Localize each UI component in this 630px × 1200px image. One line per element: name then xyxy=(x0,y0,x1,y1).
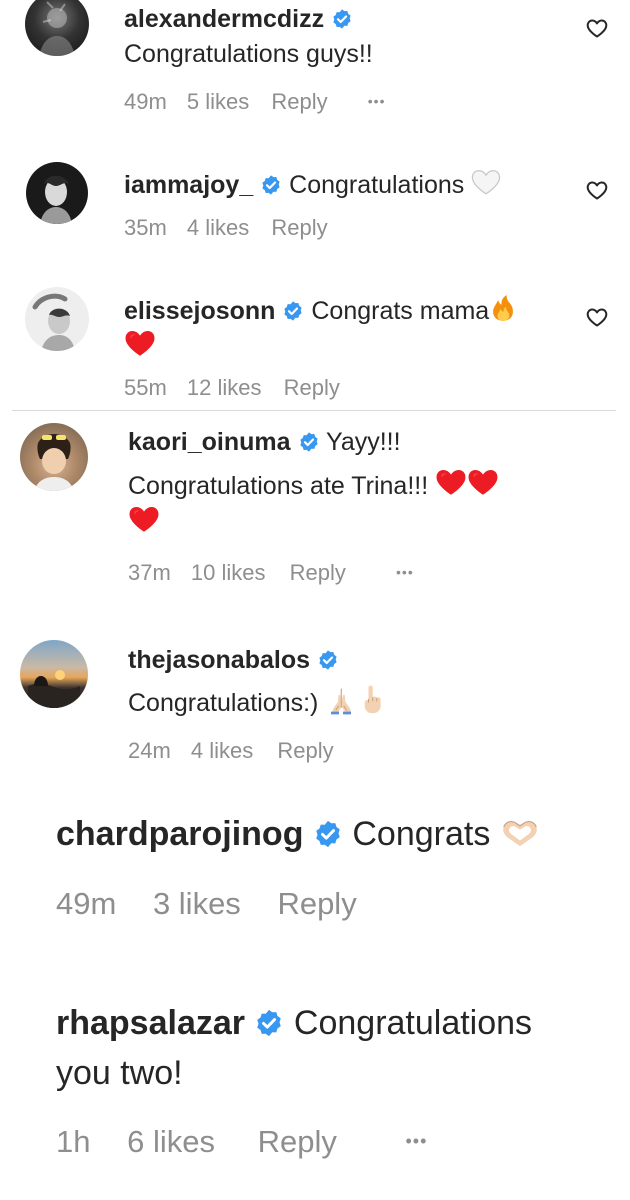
fire-emoji xyxy=(489,293,517,323)
like-heart-icon[interactable] xyxy=(585,178,609,202)
more-options-icon[interactable]: ••• xyxy=(396,560,414,584)
red-heart-emoji xyxy=(467,466,499,498)
comment-username[interactable]: alexandermcdizz xyxy=(124,5,324,33)
pointing-up-emoji xyxy=(357,683,387,715)
verified-badge-icon xyxy=(298,431,320,453)
verified-badge-icon xyxy=(282,300,304,322)
comment-text: Congratulations xyxy=(293,1004,533,1042)
comment-username[interactable]: rhapsalazar xyxy=(56,1004,245,1042)
comment-time: 55m xyxy=(124,375,167,400)
reply-button[interactable]: Reply xyxy=(271,90,327,114)
red-heart-emoji xyxy=(435,466,467,498)
red-heart-emoji xyxy=(124,327,156,359)
comment-likes[interactable]: 5 likes xyxy=(187,90,249,114)
comment-username[interactable]: kaori_oinuma xyxy=(128,428,291,456)
avatar[interactable] xyxy=(25,0,89,56)
folded-hands-emoji xyxy=(325,683,357,715)
comment-likes[interactable]: 6 likes xyxy=(127,1125,215,1159)
comment-time: 37m xyxy=(128,560,171,585)
comment-text: Congrats xyxy=(352,815,491,853)
red-heart-emoji xyxy=(128,503,160,535)
avatar[interactable] xyxy=(26,162,88,224)
comment-text: Congrats mama xyxy=(311,297,490,325)
verified-badge-icon xyxy=(313,819,343,849)
reply-button[interactable]: Reply xyxy=(290,561,346,585)
comment-text: Congratulations ate Trina!!! xyxy=(128,472,429,500)
verified-badge-icon xyxy=(317,649,339,671)
avatar[interactable] xyxy=(20,423,88,491)
comment-likes[interactable]: 10 likes xyxy=(191,561,266,585)
comment-time: 49m xyxy=(56,886,117,921)
reply-button[interactable]: Reply xyxy=(277,887,356,921)
comment-username[interactable]: elissejosonn xyxy=(124,297,275,325)
verified-badge-icon xyxy=(331,8,353,30)
verified-badge-icon xyxy=(260,174,282,196)
comment-time: 35m xyxy=(124,215,167,240)
comment-text: Congratulations xyxy=(289,171,465,199)
comment-time: 49m xyxy=(124,89,167,114)
comment-text: Yayy!!! xyxy=(326,428,401,456)
comment-text: you two! xyxy=(56,1054,183,1092)
avatar[interactable] xyxy=(25,287,89,351)
like-heart-icon[interactable] xyxy=(585,305,609,329)
reply-button[interactable]: Reply xyxy=(284,376,340,400)
comment-time: 1h xyxy=(56,1124,91,1159)
comment-likes[interactable]: 12 likes xyxy=(187,376,262,400)
comment-username[interactable]: chardparojinog xyxy=(56,815,303,853)
comment-likes[interactable]: 3 likes xyxy=(153,887,241,921)
comment-likes[interactable]: 4 likes xyxy=(187,216,249,240)
reply-button[interactable]: Reply xyxy=(258,1125,337,1159)
verified-badge-icon xyxy=(254,1008,284,1038)
like-heart-icon[interactable] xyxy=(585,16,609,40)
comment-text: Congratulations:) xyxy=(128,689,319,717)
reply-button[interactable]: Reply xyxy=(277,739,333,763)
avatar[interactable] xyxy=(20,640,88,708)
more-options-icon[interactable]: ••• xyxy=(406,1124,428,1158)
reply-button[interactable]: Reply xyxy=(271,216,327,240)
heart-hands-emoji xyxy=(500,815,540,849)
comment-likes[interactable]: 4 likes xyxy=(191,739,253,763)
more-options-icon[interactable]: ••• xyxy=(368,89,386,113)
comment-time: 24m xyxy=(128,738,171,763)
divider xyxy=(12,410,616,411)
white-heart-emoji xyxy=(471,167,501,197)
comment-text: Congratulations guys!! xyxy=(124,40,373,68)
comment-username[interactable]: thejasonabalos xyxy=(128,646,310,674)
comment-username[interactable]: iammajoy_ xyxy=(124,171,253,199)
